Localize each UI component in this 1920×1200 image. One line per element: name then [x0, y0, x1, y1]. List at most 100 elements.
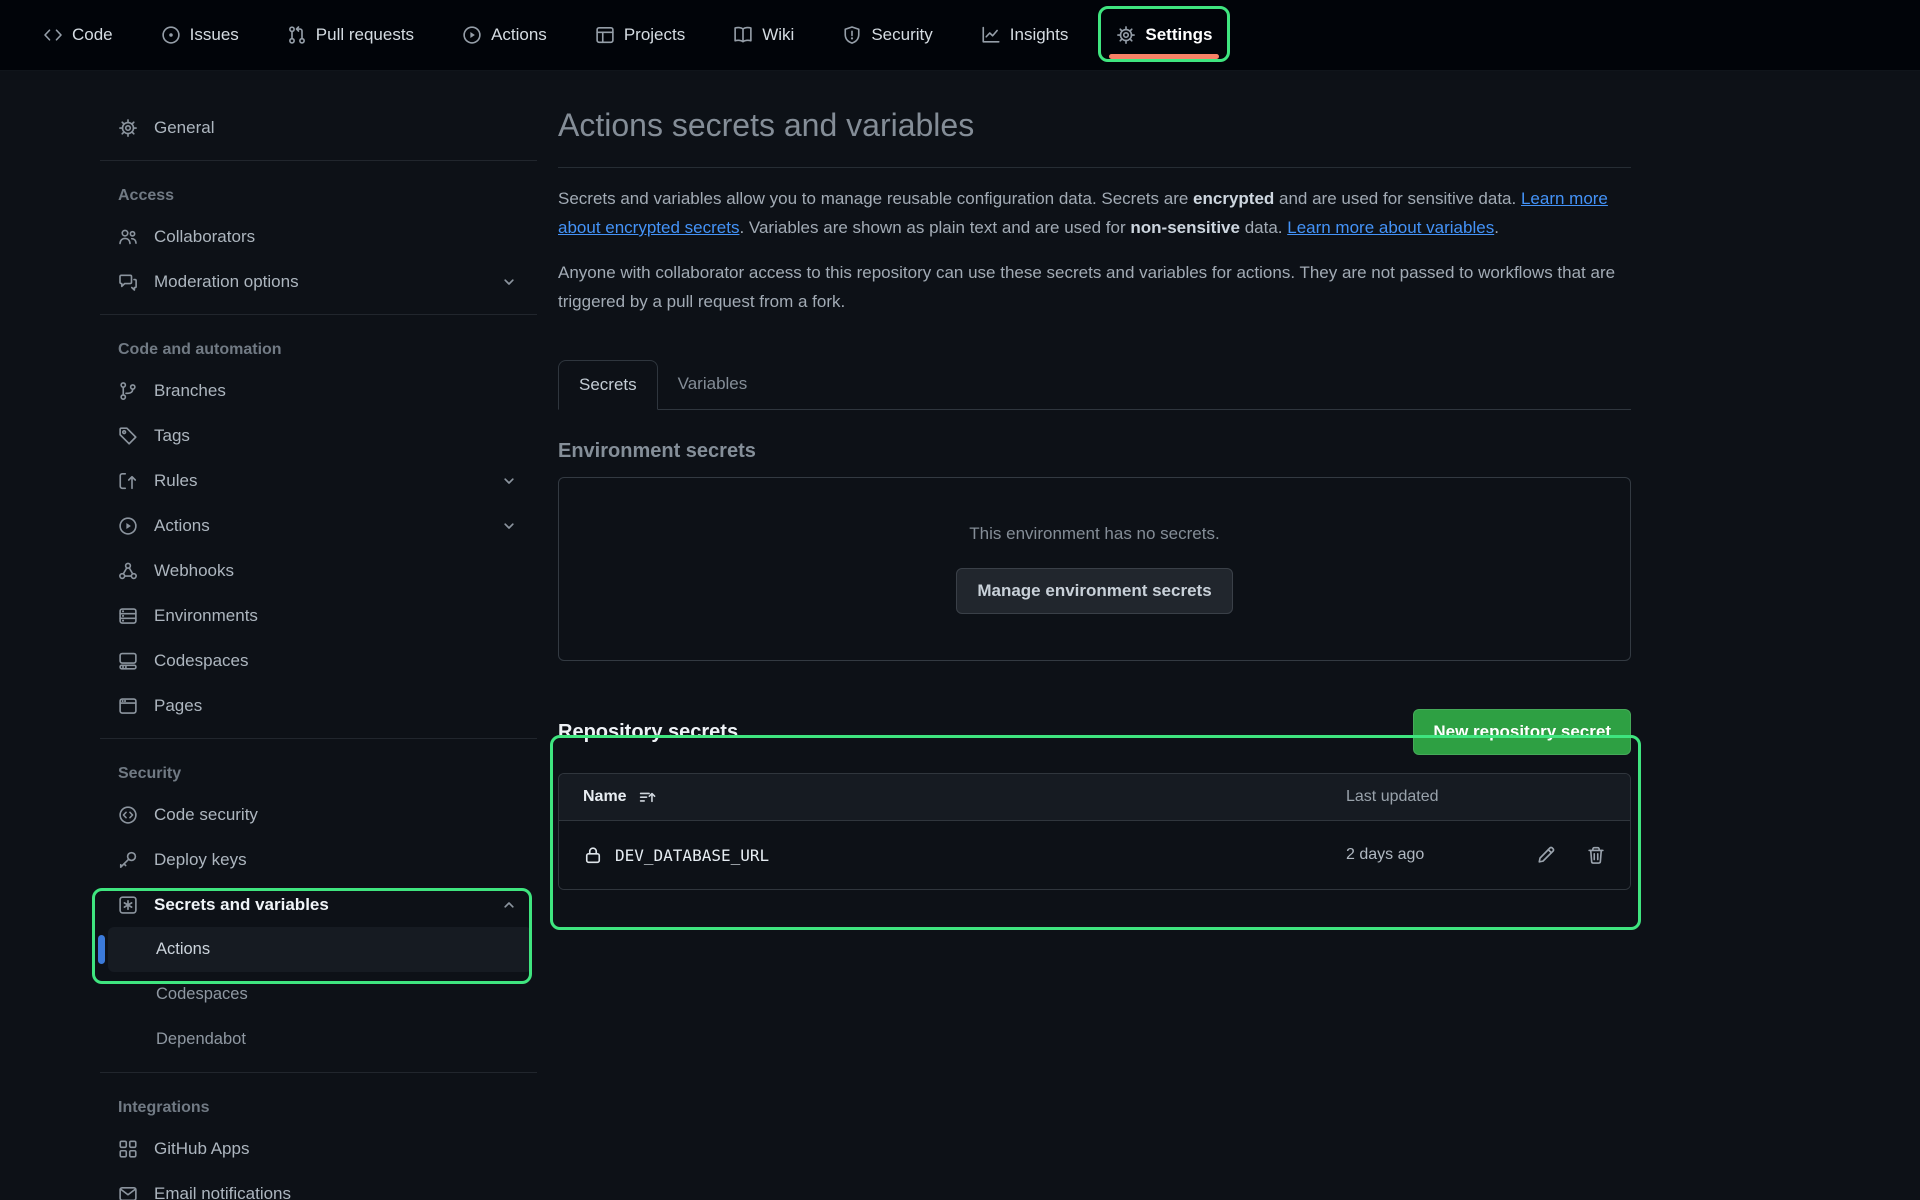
tag-icon [118, 426, 138, 446]
edit-secret-pencil-icon[interactable] [1536, 845, 1556, 865]
mail-icon [118, 1184, 138, 1200]
sidebar-item-github-apps[interactable]: GitHub Apps [100, 1126, 537, 1171]
text-segment: Secrets and variables allow you to manag… [558, 189, 1193, 208]
sidebar-item-webhooks[interactable]: Webhooks [100, 548, 537, 593]
git-pull-request-icon [287, 25, 307, 45]
nav-tab-projects[interactable]: Projects [582, 0, 698, 70]
empty-environment-message: This environment has no secrets. [969, 524, 1219, 544]
manage-environment-secrets-button[interactable]: Manage environment secrets [956, 568, 1232, 614]
nav-tab-wiki[interactable]: Wiki [720, 0, 807, 70]
sidebar-item-moderation-options[interactable]: Moderation options [100, 259, 537, 304]
sidebar-item-rules[interactable]: Rules [100, 458, 537, 503]
new-repository-secret-button[interactable]: New repository secret [1413, 709, 1631, 755]
delete-secret-trash-icon[interactable] [1586, 845, 1606, 865]
nav-tab-label: Projects [624, 25, 685, 45]
tab-variables[interactable]: Variables [658, 360, 768, 410]
secret-asterisk-icon [118, 895, 138, 915]
nav-tab-pull-requests[interactable]: Pull requests [274, 0, 427, 70]
nav-tab-label: Settings [1145, 25, 1212, 45]
nav-tab-code[interactable]: Code [30, 0, 126, 70]
secret-last-updated: 2 days ago [1346, 846, 1506, 864]
sidebar-item-actions[interactable]: Actions [100, 503, 537, 548]
tab-secrets[interactable]: Secrets [558, 360, 658, 410]
sidebar-item-collaborators[interactable]: Collaborators [100, 214, 537, 259]
sidebar-item-label: Code security [154, 805, 258, 825]
sidebar-item-tags[interactable]: Tags [100, 413, 537, 458]
gear-icon [118, 118, 138, 138]
comment-discussion-icon [118, 272, 138, 292]
inline-link[interactable]: Learn more about variables [1287, 218, 1494, 237]
chevron-down-icon [501, 518, 517, 534]
last-updated-column-header: Last updated [1346, 788, 1606, 806]
sidebar-section-security: Security [100, 756, 537, 792]
sidebar-item-label: General [154, 118, 214, 138]
nav-tab-security[interactable]: Security [829, 0, 945, 70]
sidebar-item-secrets-and-variables[interactable]: Secrets and variables [100, 882, 537, 927]
sidebar-item-general[interactable]: General [100, 105, 537, 150]
nav-tab-settings[interactable]: Settings [1103, 0, 1225, 70]
sidebar-item-label: Actions [154, 516, 210, 536]
sidebar-item-label: Environments [154, 606, 258, 626]
sidebar-item-label: Webhooks [154, 561, 234, 581]
sidebar-item-label: Tags [154, 426, 190, 446]
environment-secrets-empty-box: This environment has no secrets. Manage … [558, 477, 1631, 661]
nav-tab-label: Issues [190, 25, 239, 45]
text-segment: encrypted [1193, 189, 1274, 208]
secrets-variables-tabnav: Secrets Variables [558, 360, 1631, 410]
sidebar-item-environments[interactable]: Environments [100, 593, 537, 638]
key-icon [118, 850, 138, 870]
sidebar-item-email-notifications[interactable]: Email notifications [100, 1171, 537, 1200]
text-segment: and are used for sensitive data. [1274, 189, 1521, 208]
people-icon [118, 227, 138, 247]
sidebar-item-label: Collaborators [154, 227, 255, 247]
play-circle-icon [462, 25, 482, 45]
sidebar-item-branches[interactable]: Branches [100, 368, 537, 413]
name-column-sort-button[interactable]: Name [583, 788, 1346, 806]
code-icon [43, 25, 63, 45]
git-branch-icon [118, 381, 138, 401]
sidebar-subitem-label: Dependabot [156, 1030, 246, 1049]
sort-ascending-icon [639, 789, 656, 806]
browser-icon [118, 696, 138, 716]
sidebar-section-code-and-automation: Code and automation [100, 332, 537, 368]
sidebar-item-pages[interactable]: Pages [100, 683, 537, 728]
nav-tab-label: Pull requests [316, 25, 414, 45]
sidebar-section-integrations: Integrations [100, 1090, 537, 1126]
code-scan-icon [118, 805, 138, 825]
row-actions [1506, 845, 1606, 865]
nav-tab-insights[interactable]: Insights [968, 0, 1082, 70]
repository-secrets-table: Name Last updated DEV_DATABASE_URL 2 day… [558, 773, 1631, 890]
sidebar-divider [100, 1072, 537, 1073]
nav-tab-issues[interactable]: Issues [148, 0, 252, 70]
sidebar-item-deploy-keys[interactable]: Deploy keys [100, 837, 537, 882]
settings-main-content: Actions secrets and variables Secrets an… [558, 71, 1631, 890]
sidebar-item-label: Branches [154, 381, 226, 401]
sidebar-item-label: GitHub Apps [154, 1139, 249, 1159]
name-column-header: Name [583, 788, 627, 806]
sidebar-subitem-actions-selected[interactable]: Actions [108, 927, 532, 972]
nav-tab-actions[interactable]: Actions [449, 0, 560, 70]
collaborator-access-paragraph: Anyone with collaborator access to this … [558, 258, 1631, 316]
text-segment: . [1494, 218, 1499, 237]
sidebar-subitem-codespaces[interactable]: Codespaces [108, 972, 532, 1017]
title-divider [558, 167, 1631, 168]
sidebar-divider [100, 160, 537, 161]
active-tab-underline [1109, 54, 1219, 59]
text-segment: data. [1240, 218, 1287, 237]
nav-tab-label: Actions [491, 25, 547, 45]
text-segment: non-sensitive [1130, 218, 1240, 237]
sidebar-subitem-dependabot[interactable]: Dependabot [108, 1017, 532, 1062]
sidebar-item-label: Rules [154, 471, 197, 491]
sidebar-item-code-security[interactable]: Code security [100, 792, 537, 837]
sidebar-item-codespaces[interactable]: Codespaces [100, 638, 537, 683]
lock-icon [583, 845, 603, 865]
gear-icon [1116, 25, 1136, 45]
sidebar-item-label: Email notifications [154, 1184, 291, 1200]
chevron-down-icon [501, 274, 517, 290]
sidebar-section-access: Access [100, 178, 537, 214]
selected-item-indicator [98, 935, 105, 964]
text-segment: . Variables are shown as plain text and … [739, 218, 1130, 237]
repository-secrets-heading: Repository secrets [558, 721, 738, 744]
apps-grid-icon [118, 1139, 138, 1159]
webhook-icon [118, 561, 138, 581]
